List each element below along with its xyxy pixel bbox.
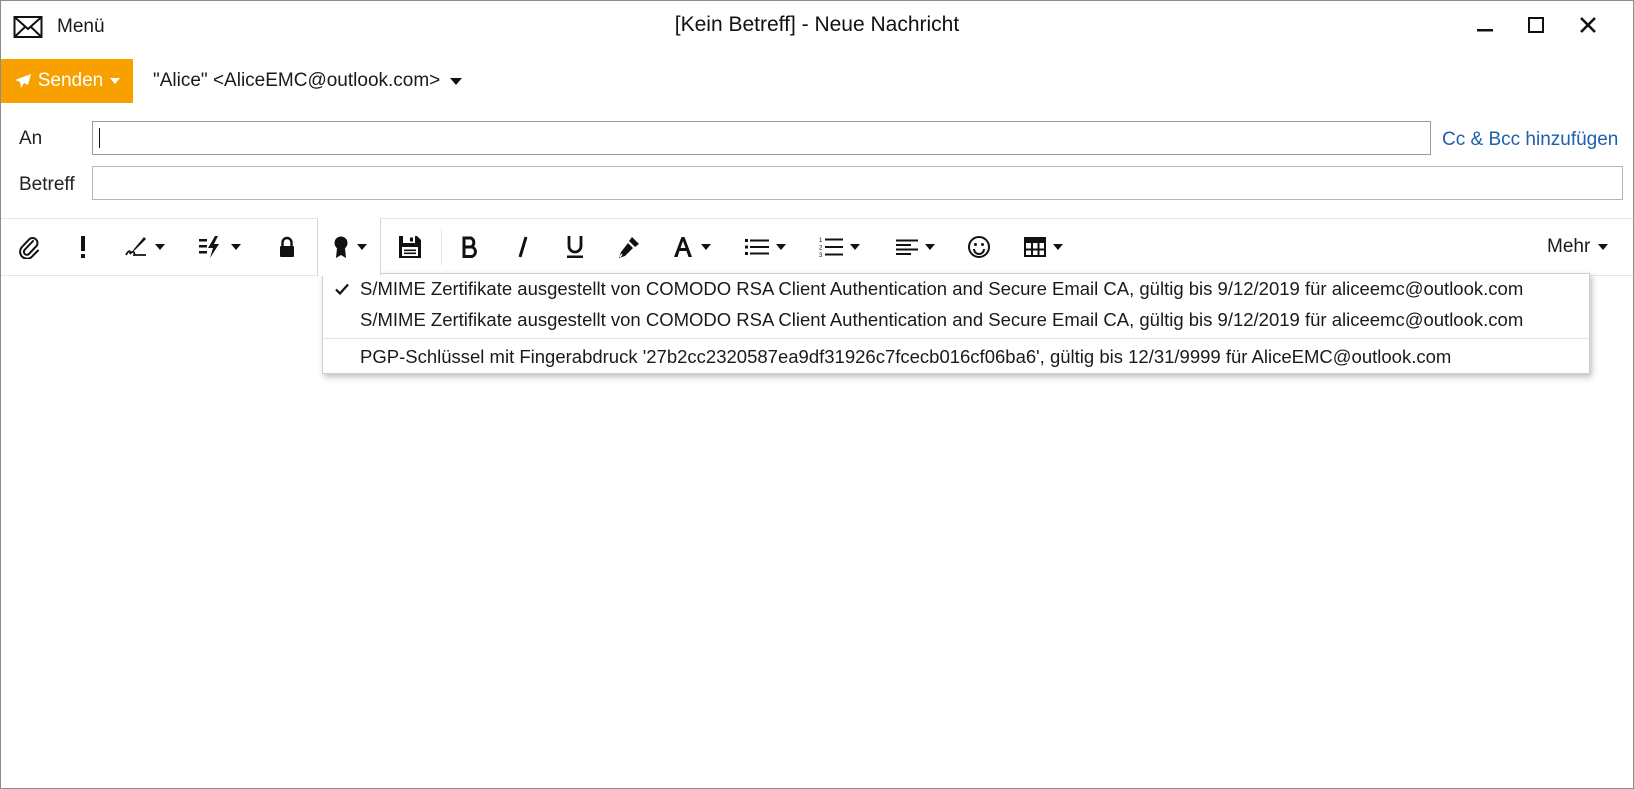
chevron-down-icon [1598, 244, 1609, 250]
encrypt-button[interactable] [271, 219, 303, 275]
send-button[interactable]: Senden [1, 59, 133, 103]
menu-item-label: S/MIME Zertifikate ausgestellt von COMOD… [360, 309, 1524, 330]
attach-button[interactable] [13, 219, 45, 275]
compose-window: Menü [Kein Betreff] - Neue Nachricht Sen… [0, 0, 1634, 789]
mail-icon [13, 16, 43, 38]
checkmark-icon [335, 283, 349, 296]
more-button[interactable]: Mehr [1547, 219, 1609, 275]
subject-input[interactable] [92, 166, 1623, 200]
bullet-list-button[interactable] [741, 219, 789, 275]
sign-certificate-button[interactable] [317, 218, 381, 276]
importance-icon [81, 236, 85, 258]
menu-item-smime-2[interactable]: S/MIME Zertifikate ausgestellt von COMOD… [323, 305, 1589, 335]
align-button[interactable] [891, 219, 939, 275]
chevron-down-icon [356, 244, 367, 250]
minimize-icon [1477, 29, 1493, 32]
bold-icon [462, 236, 477, 258]
signing-certificate-menu: S/MIME Zertifikate ausgestellt von COMOD… [322, 273, 1590, 374]
chevron-down-icon [924, 244, 935, 250]
window-title: [Kein Betreff] - Neue Nachricht [674, 13, 960, 36]
menu-label: Menü [57, 16, 105, 37]
chevron-down-icon [775, 244, 786, 250]
importance-button[interactable] [67, 219, 99, 275]
formatting-toolbar: 1 23 Mehr [1, 218, 1633, 276]
bullet-list-icon [744, 239, 769, 255]
close-button[interactable] [1570, 9, 1606, 41]
maximize-button[interactable] [1518, 9, 1554, 41]
bold-button[interactable] [454, 219, 486, 275]
certificate-icon [334, 236, 347, 258]
chevron-down-icon [700, 244, 711, 250]
svg-text:1: 1 [819, 238, 823, 244]
paperclip-icon [19, 237, 39, 259]
paper-plane-icon [14, 74, 31, 88]
svg-text:2: 2 [819, 246, 823, 252]
send-label: Senden [37, 70, 104, 91]
menu-item-label: PGP-Schlüssel mit Fingerabdruck '27b2cc2… [360, 346, 1452, 367]
format-painter-icon [619, 237, 639, 258]
text-cursor [99, 128, 100, 148]
quick-text-icon [198, 236, 219, 258]
close-icon [1580, 17, 1596, 33]
chevron-down-icon [230, 244, 241, 250]
chevron-down-icon [154, 244, 165, 250]
menu-item-label: S/MIME Zertifikate ausgestellt von COMOD… [360, 278, 1524, 299]
minimize-button[interactable] [1467, 9, 1503, 41]
align-icon [895, 239, 918, 255]
chevron-down-icon [1052, 244, 1063, 250]
numbered-list-icon: 1 23 [819, 238, 843, 258]
signature-button[interactable] [119, 219, 169, 275]
menu-item-pgp[interactable]: PGP-Schlüssel mit Fingerabdruck '27b2cc2… [323, 342, 1589, 372]
maximize-icon [1528, 17, 1544, 33]
italic-icon [518, 236, 528, 258]
save-draft-button[interactable] [394, 219, 426, 275]
menu-separator [323, 338, 1589, 339]
quick-text-button[interactable] [194, 219, 244, 275]
to-label: An [19, 128, 43, 149]
chevron-down-icon [110, 78, 121, 84]
table-button[interactable] [1019, 219, 1067, 275]
chevron-down-icon [450, 77, 463, 85]
menu-button[interactable]: Menü [13, 13, 105, 41]
save-icon [399, 236, 421, 258]
cc-bcc-link[interactable]: Cc & Bcc hinzufügen [1442, 129, 1618, 151]
menu-item-smime-1[interactable]: S/MIME Zertifikate ausgestellt von COMOD… [323, 274, 1589, 304]
underline-icon [567, 236, 583, 258]
lock-icon [280, 236, 294, 257]
format-painter-button[interactable] [613, 219, 645, 275]
italic-button[interactable] [507, 219, 539, 275]
underline-button[interactable] [559, 219, 591, 275]
from-selector[interactable]: "Alice" <AliceEMC@outlook.com> [153, 70, 463, 92]
more-label: Mehr [1547, 236, 1591, 257]
subject-label: Betreff [19, 174, 75, 195]
font-icon [673, 237, 692, 257]
from-address: "Alice" <AliceEMC@outlook.com> [153, 70, 441, 91]
numbered-list-button[interactable]: 1 23 [815, 219, 863, 275]
svg-text:3: 3 [819, 253, 823, 258]
signature-icon [124, 237, 146, 256]
emoji-button[interactable] [963, 219, 995, 275]
toolbar-separator [441, 229, 442, 265]
table-icon [1023, 237, 1046, 257]
font-button[interactable] [667, 219, 715, 275]
chevron-down-icon [849, 244, 860, 250]
to-input[interactable] [92, 121, 1431, 155]
emoji-icon [968, 236, 990, 258]
